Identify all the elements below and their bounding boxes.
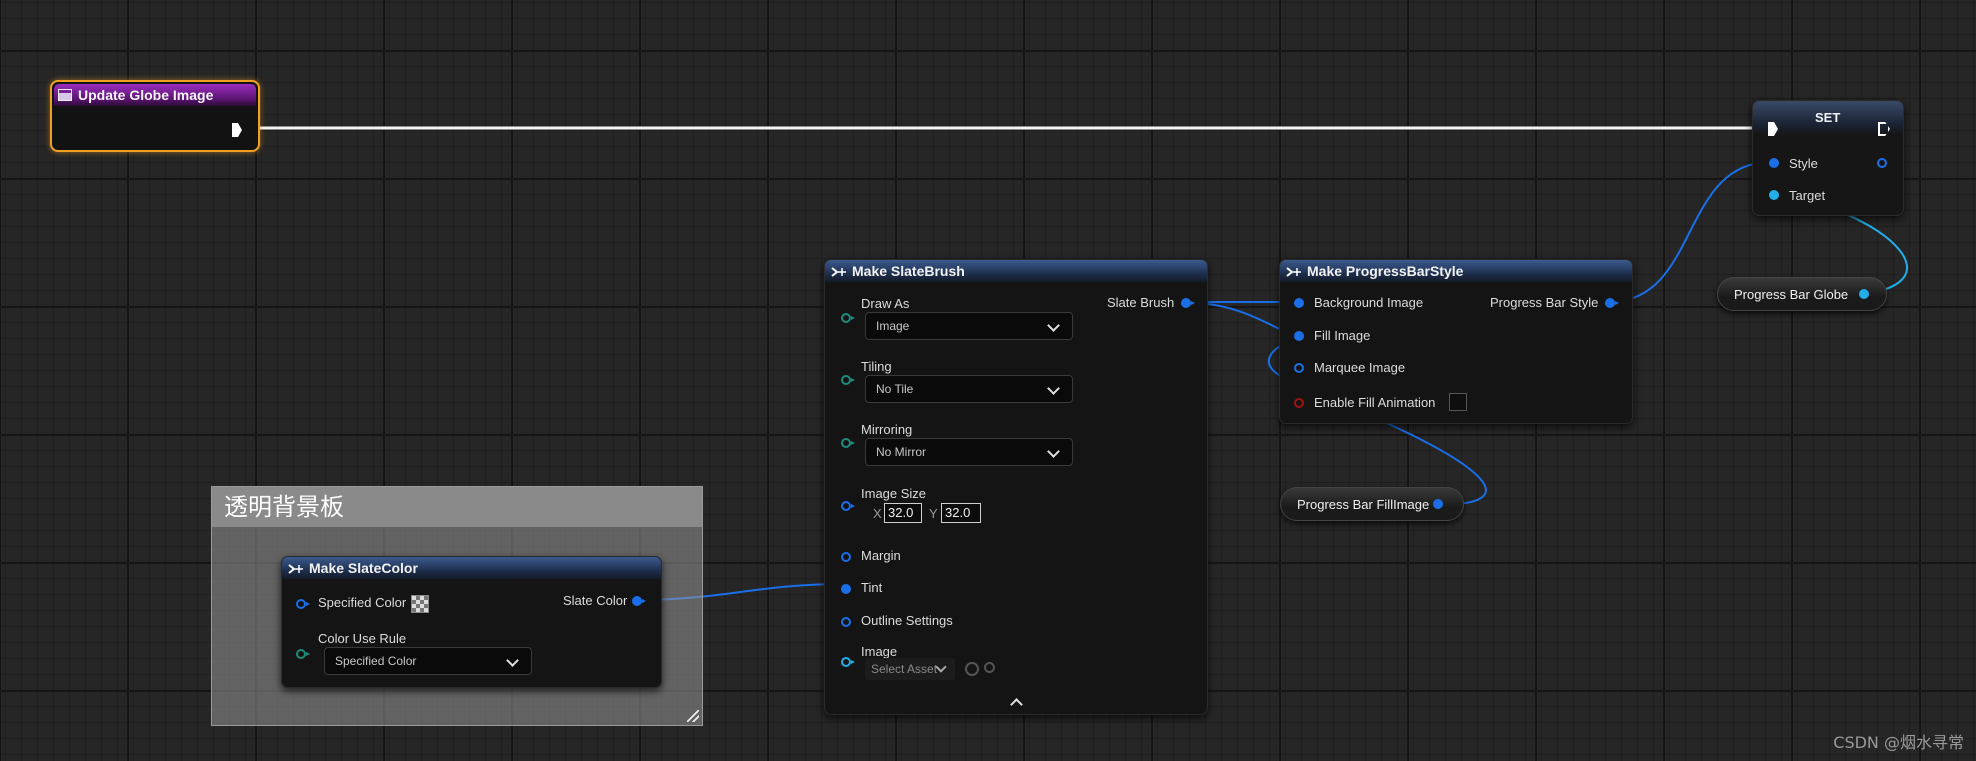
slate-color-output-label: Slate Color — [563, 593, 628, 608]
marquee-image-pin[interactable] — [1294, 363, 1304, 373]
margin-pin[interactable] — [841, 552, 851, 562]
set-node[interactable]: SET Style Target — [1752, 100, 1904, 216]
fill-image-pin[interactable] — [1294, 331, 1304, 341]
image-size-y-input[interactable]: 32.0 — [941, 503, 981, 523]
tiling-label: Tiling — [861, 359, 892, 374]
color-swatch[interactable] — [411, 595, 429, 613]
make-slatebrush-title: Make SlateBrush — [852, 263, 965, 279]
make-progressbarstyle-title: Make ProgressBarStyle — [1307, 263, 1464, 279]
color-use-rule-pin[interactable] — [296, 649, 310, 659]
comment-title: 透明背景板 — [212, 487, 702, 527]
exec-output-pin[interactable] — [232, 123, 242, 137]
chevron-down-icon — [506, 654, 519, 667]
image-size-pin[interactable] — [841, 501, 855, 511]
enable-fill-animation-label: Enable Fill Animation — [1314, 395, 1436, 410]
color-use-rule-dropdown[interactable]: Specified Color — [324, 647, 532, 675]
event-icon — [58, 89, 72, 101]
slate-brush-output-pin[interactable] — [1181, 298, 1195, 308]
style-pin-label: Style — [1789, 156, 1818, 171]
make-progressbarstyle-node[interactable]: Make ProgressBarStyle Background Image F… — [1279, 259, 1633, 424]
image-pin[interactable] — [841, 657, 855, 667]
background-image-label: Background Image — [1314, 295, 1424, 310]
color-use-rule-value: Specified Color — [335, 654, 417, 668]
image-size-x-input[interactable]: 32.0 — [884, 503, 922, 523]
progress-bar-globe-variable[interactable]: Progress Bar Globe — [1717, 277, 1887, 311]
outline-settings-pin[interactable] — [841, 617, 851, 627]
draw-as-dropdown[interactable]: Image — [865, 312, 1073, 340]
progress-bar-globe-label: Progress Bar Globe — [1734, 286, 1849, 302]
chevron-down-icon — [1047, 445, 1060, 458]
target-pin-label: Target — [1789, 188, 1826, 203]
set-node-title: SET — [1815, 110, 1841, 125]
watermark: CSDN @烟水寻常 — [1833, 733, 1964, 752]
mirroring-value: No Mirror — [876, 445, 926, 459]
mirroring-dropdown[interactable]: No Mirror — [865, 438, 1073, 466]
chevron-down-icon — [1047, 319, 1060, 332]
collapse-arrow-icon[interactable] — [1010, 698, 1023, 711]
margin-label: Margin — [861, 548, 901, 563]
tiling-value: No Tile — [876, 382, 914, 396]
select-asset-placeholder: Select Asset — [871, 662, 938, 676]
fill-image-label: Fill Image — [1314, 328, 1371, 343]
outline-settings-label: Outline Settings — [861, 613, 953, 628]
make-slatecolor-title: Make SlateColor — [309, 560, 418, 576]
make-slatebrush-header: Make SlateBrush — [825, 260, 1207, 282]
browse-search-icon[interactable] — [984, 662, 995, 673]
event-node-title: Update Globe Image — [78, 87, 214, 103]
make-progressbarstyle-header: Make ProgressBarStyle — [1280, 260, 1632, 282]
image-size-label: Image Size — [861, 486, 927, 501]
color-use-rule-label: Color Use Rule — [318, 631, 407, 646]
use-asset-icon[interactable] — [965, 662, 979, 676]
function-icon — [831, 265, 847, 277]
progress-bar-fillimage-label: Progress Bar FillImage — [1297, 496, 1430, 512]
slate-color-output-pin[interactable] — [632, 596, 646, 606]
progress-bar-fillimage-output-pin[interactable] — [1433, 499, 1443, 509]
progress-bar-fillimage-variable[interactable]: Progress Bar FillImage — [1280, 487, 1464, 521]
image-size-y-label: Y — [929, 506, 938, 521]
draw-as-value: Image — [876, 319, 910, 333]
specified-color-label: Specified Color — [318, 595, 407, 610]
background-image-pin[interactable] — [1294, 298, 1304, 308]
tiling-pin[interactable] — [841, 375, 855, 385]
mirroring-label: Mirroring — [861, 422, 913, 437]
chevron-down-icon — [1047, 382, 1060, 395]
image-label: Image — [861, 644, 898, 659]
function-icon — [1286, 265, 1302, 277]
marquee-image-label: Marquee Image — [1314, 360, 1406, 375]
make-slatecolor-node[interactable]: Make SlateColor Specified Color Color Us… — [281, 556, 662, 688]
enable-fill-animation-checkbox[interactable] — [1449, 393, 1467, 411]
image-size-x-label: X — [873, 506, 882, 521]
draw-as-label: Draw As — [861, 296, 910, 311]
tint-label: Tint — [861, 580, 883, 595]
resize-handle-icon[interactable] — [687, 710, 699, 722]
slate-brush-output-label: Slate Brush — [1107, 295, 1175, 310]
style-output-pin[interactable] — [1877, 158, 1887, 168]
progress-bar-style-output-pin[interactable] — [1605, 298, 1619, 308]
function-icon — [288, 562, 304, 574]
mirroring-pin[interactable] — [841, 438, 855, 448]
progress-bar-globe-output-pin[interactable] — [1859, 289, 1869, 299]
event-node-header: Update Globe Image — [54, 84, 256, 106]
select-asset-dropdown[interactable]: Select Asset — [865, 658, 955, 680]
make-slatecolor-header: Make SlateColor — [282, 557, 661, 579]
enable-fill-animation-pin[interactable] — [1294, 398, 1304, 408]
target-input-pin[interactable] — [1769, 190, 1779, 200]
style-input-pin[interactable] — [1769, 158, 1779, 168]
tiling-dropdown[interactable]: No Tile — [865, 375, 1073, 403]
draw-as-pin[interactable] — [841, 313, 855, 323]
event-node-update-globe-image[interactable]: Update Globe Image — [50, 80, 260, 152]
progress-bar-style-output-label: Progress Bar Style — [1490, 295, 1599, 310]
specified-color-pin[interactable] — [296, 599, 310, 609]
tint-pin[interactable] — [841, 584, 851, 594]
make-slatebrush-node[interactable]: Make SlateBrush Draw As Image Tiling No … — [824, 259, 1208, 715]
